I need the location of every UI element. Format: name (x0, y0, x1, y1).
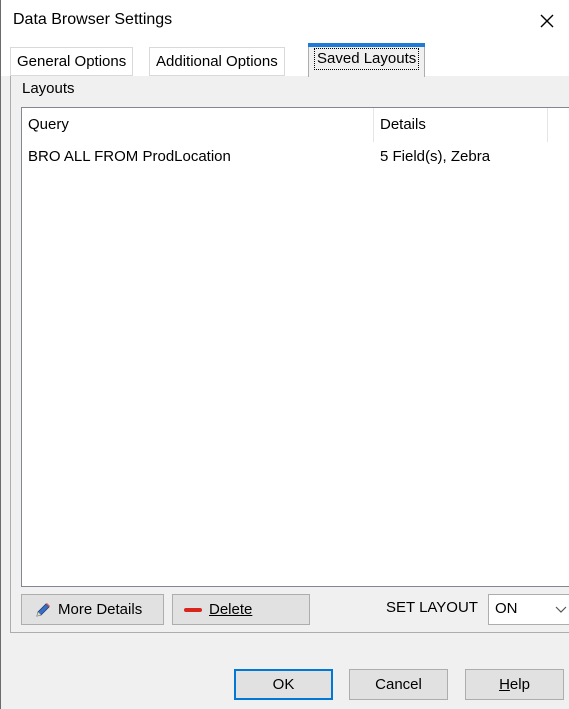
cancel-button[interactable]: Cancel (349, 669, 448, 700)
column-header-query[interactable]: Query (22, 108, 374, 142)
set-layout-select[interactable]: ON (488, 594, 569, 625)
query-cell: BRO ALL FROM ProdLocation (28, 148, 231, 165)
pencil-icon (34, 601, 52, 619)
delete-icon (183, 605, 203, 615)
list-item[interactable]: BRO ALL FROM ProdLocation 5 Field(s), Ze… (22, 144, 569, 170)
tab-label: General Options (17, 53, 127, 70)
window-title: Data Browser Settings (13, 11, 173, 28)
ok-label: OK (272, 676, 295, 693)
close-icon (540, 14, 554, 28)
delete-button[interactable]: Delete (172, 594, 310, 625)
more-details-label: More Details (58, 601, 143, 618)
tab-general-options[interactable]: General Options (10, 47, 134, 76)
set-layout-label: SET LAYOUT (386, 599, 478, 616)
close-button[interactable] (524, 0, 569, 42)
more-details-button[interactable]: More Details (21, 594, 164, 625)
help-button[interactable]: Help (465, 669, 564, 700)
cancel-label: Cancel (375, 676, 422, 693)
tab-label: Saved Layouts (314, 48, 420, 70)
data-browser-settings-dialog: Data Browser Settings General Options Ad… (0, 0, 569, 709)
delete-label: Delete (209, 601, 253, 618)
layouts-list[interactable]: Query Details BRO ALL FROM ProdLocation … (21, 107, 569, 587)
help-label: Help (499, 676, 530, 693)
chevron-down-icon (555, 606, 567, 613)
column-header-details[interactable]: Details (374, 108, 548, 142)
set-layout-value: ON (495, 600, 518, 617)
details-cell: 5 Field(s), Zebra (380, 148, 491, 165)
tab-label: Additional Options (156, 53, 278, 70)
layouts-group-title: Layouts (21, 80, 76, 97)
tab-saved-layouts[interactable]: Saved Layouts (308, 43, 426, 77)
ok-button[interactable]: OK (234, 669, 333, 700)
active-tab-indicator (308, 43, 426, 47)
title-bar: Data Browser Settings (1, 0, 569, 42)
tab-additional-options[interactable]: Additional Options (149, 47, 285, 76)
